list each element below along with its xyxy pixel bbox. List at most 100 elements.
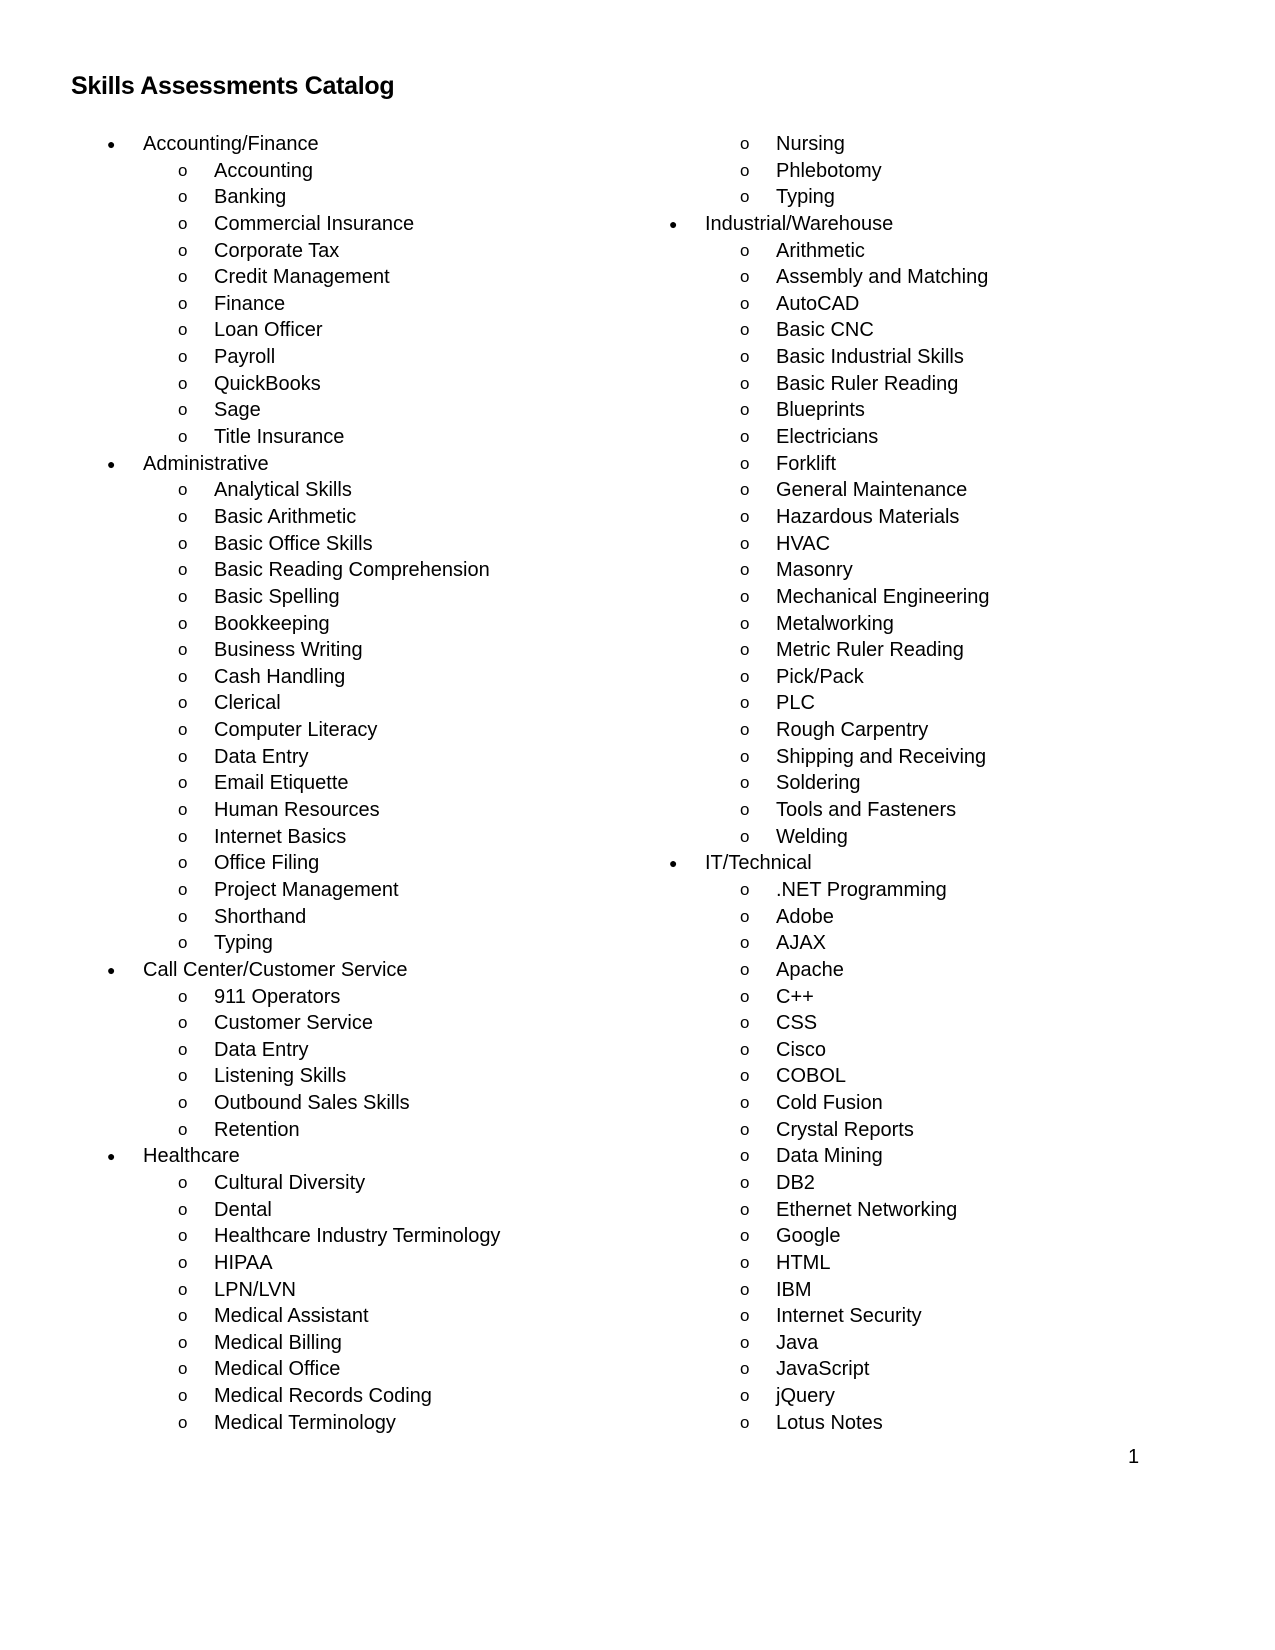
skill-label: Computer Literacy: [214, 719, 378, 742]
filled-bullet-icon: ●: [107, 136, 116, 152]
skill-label: Analytical Skills: [214, 479, 352, 502]
skill-label: Ethernet Networking: [776, 1198, 958, 1221]
hollow-bullet-icon: o: [178, 320, 188, 340]
hollow-bullet-icon: o: [178, 640, 188, 660]
skill-label: Crystal Reports: [776, 1118, 914, 1141]
hollow-bullet-icon: o: [740, 879, 750, 899]
hollow-bullet-icon: o: [740, 1386, 750, 1406]
hollow-bullet-icon: o: [740, 267, 750, 287]
skill-label: Medical Terminology: [214, 1411, 396, 1434]
skill-label: Welding: [776, 825, 848, 848]
hollow-bullet-icon: o: [178, 1199, 188, 1219]
hollow-bullet-icon: o: [740, 187, 750, 207]
skill-label: Forklift: [776, 452, 836, 475]
skill-label: C++: [776, 985, 814, 1008]
hollow-bullet-icon: o: [740, 933, 750, 953]
hollow-bullet-icon: o: [178, 267, 188, 287]
hollow-bullet-icon: o: [178, 746, 188, 766]
skill-label: AutoCAD: [776, 292, 860, 315]
hollow-bullet-icon: o: [178, 347, 188, 367]
hollow-bullet-icon: o: [178, 666, 188, 686]
hollow-bullet-icon: o: [740, 1146, 750, 1166]
hollow-bullet-icon: o: [740, 1172, 750, 1192]
skill-label: Internet Basics: [214, 825, 347, 848]
hollow-bullet-icon: o: [740, 1279, 750, 1299]
filled-bullet-icon: ●: [107, 455, 116, 472]
skill-label: Healthcare Industry Terminology: [214, 1225, 501, 1248]
skill-label: Basic Ruler Reading: [776, 372, 959, 395]
hollow-bullet-icon: o: [740, 906, 750, 926]
hollow-bullet-icon: o: [178, 720, 188, 740]
hollow-bullet-icon: o: [178, 613, 188, 633]
filled-bullet-icon: ●: [107, 1148, 116, 1165]
hollow-bullet-icon: o: [178, 293, 188, 313]
skill-label: 911 Operators: [214, 985, 341, 1008]
skill-label: Soldering: [776, 772, 861, 795]
skill-label: Email Etiquette: [214, 772, 349, 795]
skill-label: Clerical: [214, 692, 281, 715]
skill-label: Corporate Tax: [214, 239, 340, 262]
filled-bullet-icon: ●: [669, 215, 678, 232]
hollow-bullet-icon: o: [178, 533, 188, 553]
category-label: Healthcare: [143, 1145, 240, 1168]
hollow-bullet-icon: o: [740, 666, 750, 686]
hollow-bullet-icon: o: [178, 1172, 188, 1192]
skill-label: PLC: [776, 692, 815, 715]
hollow-bullet-icon: o: [740, 400, 750, 420]
hollow-bullet-icon: o: [178, 1359, 188, 1379]
hollow-bullet-icon: o: [178, 160, 188, 180]
skill-label: Arithmetic: [776, 239, 865, 262]
hollow-bullet-icon: o: [740, 293, 750, 313]
hollow-bullet-icon: o: [178, 1039, 188, 1059]
hollow-bullet-icon: o: [740, 1226, 750, 1246]
skill-label: Basic Industrial Skills: [776, 346, 964, 369]
skill-label: .NET Programming: [776, 878, 947, 901]
hollow-bullet-icon: o: [178, 773, 188, 793]
hollow-bullet-icon: o: [178, 427, 188, 447]
skill-label: Basic Spelling: [214, 585, 340, 608]
skill-label: Typing: [776, 186, 835, 209]
skill-label: Assembly and Matching: [776, 266, 989, 289]
hollow-bullet-icon: o: [178, 187, 188, 207]
hollow-bullet-icon: o: [178, 986, 188, 1006]
skill-label: Nursing: [776, 133, 845, 155]
hollow-bullet-icon: o: [740, 746, 750, 766]
skill-label: Internet Security: [776, 1305, 922, 1328]
hollow-bullet-icon: o: [740, 800, 750, 820]
skill-label: Masonry: [776, 559, 853, 582]
skill-label: Project Management: [214, 878, 399, 901]
hollow-bullet-icon: o: [740, 134, 750, 153]
skill-label: Basic CNC: [776, 319, 874, 342]
skill-label: DB2: [776, 1171, 815, 1194]
hollow-bullet-icon: o: [740, 533, 750, 553]
skill-label: COBOL: [776, 1065, 847, 1088]
skill-label: Medical Billing: [214, 1331, 342, 1354]
hollow-bullet-icon: o: [178, 1013, 188, 1033]
category-label: Administrative: [143, 452, 269, 475]
category-label: Call Center/Customer Service: [143, 958, 408, 981]
hollow-bullet-icon: o: [740, 640, 750, 660]
hollow-bullet-icon: o: [740, 586, 750, 606]
hollow-bullet-icon: o: [740, 720, 750, 740]
skill-label: Typing: [214, 932, 273, 955]
hollow-bullet-icon: o: [740, 1359, 750, 1379]
hollow-bullet-icon: o: [740, 1013, 750, 1033]
filled-bullet-icon: ●: [669, 855, 678, 872]
skill-label: Hazardous Materials: [776, 505, 960, 528]
hollow-bullet-icon: o: [740, 160, 750, 180]
skill-label: Basic Office Skills: [214, 532, 373, 555]
skill-label: Tools and Fasteners: [776, 799, 957, 822]
hollow-bullet-icon: o: [178, 1279, 188, 1299]
hollow-bullet-icon: o: [740, 560, 750, 580]
skill-label: Retention: [214, 1118, 300, 1141]
page-title: Skills Assessments Catalog: [71, 72, 395, 100]
hollow-bullet-icon: o: [740, 986, 750, 1006]
skill-label: jQuery: [776, 1385, 835, 1408]
hollow-bullet-icon: o: [178, 826, 188, 846]
skill-label: Apache: [776, 958, 844, 981]
skill-label: Commercial Insurance: [214, 212, 415, 235]
hollow-bullet-icon: o: [178, 240, 188, 260]
skill-label: Credit Management: [214, 266, 390, 289]
hollow-bullet-icon: o: [740, 427, 750, 447]
hollow-bullet-icon: o: [740, 1093, 750, 1113]
